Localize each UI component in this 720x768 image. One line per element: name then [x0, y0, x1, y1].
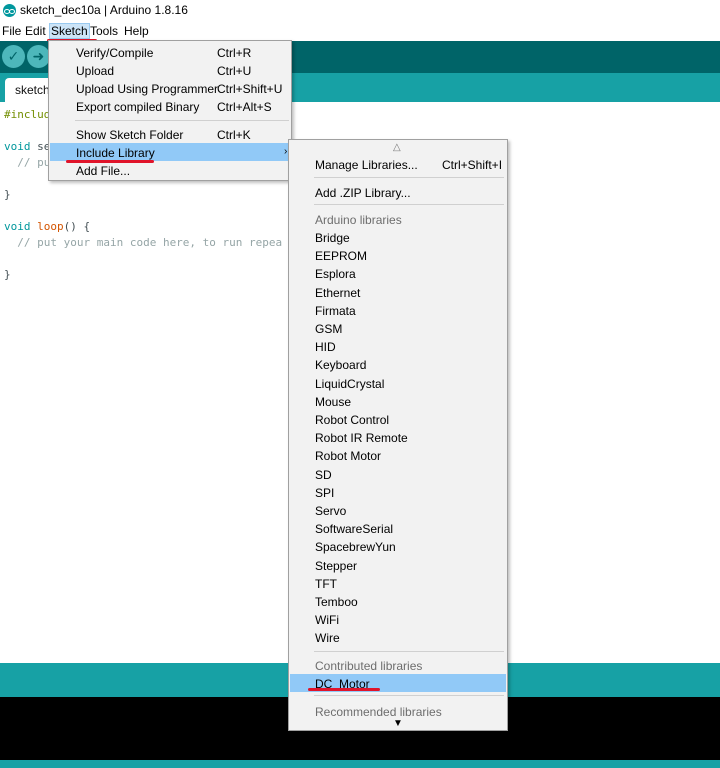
menu-item-library-gsm[interactable]: GSM [290, 319, 506, 337]
verify-button[interactable]: ✓ [2, 45, 25, 68]
checkmark-icon: ✓ [7, 48, 20, 64]
menu-item-library-spi[interactable]: SPI [290, 483, 506, 501]
annotation-underline-include-library [66, 160, 154, 163]
menu-item-library-mouse[interactable]: Mouse [290, 392, 506, 410]
arduino-logo-icon [3, 4, 16, 17]
title-bar: sketch_dec10a | Arduino 1.8.16 [0, 0, 720, 22]
menu-item-library-tft[interactable]: TFT [290, 574, 506, 592]
code-line: // pu [4, 156, 51, 169]
footer-bar [0, 760, 720, 768]
menu-item-manage-libraries[interactable]: Manage Libraries... Ctrl+Shift+I [290, 155, 506, 173]
menu-item-library-stepper[interactable]: Stepper [290, 556, 506, 574]
code-line: #includ [4, 108, 51, 121]
menu-separator [314, 651, 504, 652]
menu-bar: File Edit Sketch Tools Help [0, 22, 720, 41]
menu-item-upload-using-programmer[interactable]: Upload Using Programmer Ctrl+Shift+U [50, 79, 290, 97]
scroll-down-icon[interactable]: ▼ [393, 718, 403, 729]
menu-item-library-robot-ir-remote[interactable]: Robot IR Remote [290, 428, 506, 446]
menu-item-library-liquidcrystal[interactable]: LiquidCrystal [290, 374, 506, 392]
menu-item-library-hid[interactable]: HID [290, 337, 506, 355]
code-line: // put your main code here, to run repea [4, 236, 283, 249]
menu-separator [314, 177, 504, 178]
code-line: void loop() { [4, 220, 91, 233]
menu-item-show-sketch-folder[interactable]: Show Sketch Folder Ctrl+K [50, 125, 290, 143]
menu-separator [75, 120, 289, 121]
menu-item-add-file[interactable]: Add File... [50, 161, 290, 179]
include-library-submenu: △ Manage Libraries... Ctrl+Shift+I Add .… [288, 139, 508, 731]
menu-item-library-firmata[interactable]: Firmata [290, 301, 506, 319]
menu-edit[interactable]: Edit [24, 24, 47, 38]
menu-item-library-eeprom[interactable]: EEPROM [290, 246, 506, 264]
menu-file[interactable]: File [1, 24, 22, 38]
menu-item-library-sd[interactable]: SD [290, 465, 506, 483]
code-line: } [4, 188, 11, 201]
code-line: void se [4, 140, 51, 153]
upload-button[interactable]: ➜ [27, 45, 50, 68]
menu-tools[interactable]: Tools [89, 24, 119, 38]
menu-item-library-servo[interactable]: Servo [290, 501, 506, 519]
section-header-arduino-libraries: Arduino libraries [315, 213, 402, 227]
menu-item-library-esplora[interactable]: Esplora [290, 264, 506, 282]
section-header-contributed-libraries: Contributed libraries [315, 659, 423, 673]
menu-separator [314, 695, 504, 696]
menu-help[interactable]: Help [123, 24, 150, 38]
annotation-underline-dc-motor [308, 688, 380, 691]
menu-item-library-bridge[interactable]: Bridge [290, 228, 506, 246]
menu-item-library-spacebrewyun[interactable]: SpacebrewYun [290, 537, 506, 555]
menu-item-library-keyboard[interactable]: Keyboard [290, 355, 506, 373]
menu-item-upload[interactable]: Upload Ctrl+U [50, 61, 290, 79]
arrow-right-icon: ➜ [32, 48, 45, 64]
menu-sketch[interactable]: Sketch [49, 23, 90, 39]
menu-item-library-softwareserial[interactable]: SoftwareSerial [290, 519, 506, 537]
menu-item-library-robot-motor[interactable]: Robot Motor [290, 446, 506, 464]
chevron-right-icon: › [284, 146, 288, 157]
menu-item-include-library[interactable]: Include Library › [50, 143, 290, 161]
menu-item-export-compiled-binary[interactable]: Export compiled Binary Ctrl+Alt+S [50, 97, 290, 115]
menu-item-verify-compile[interactable]: Verify/Compile Ctrl+R [50, 43, 290, 61]
menu-item-library-wifi[interactable]: WiFi [290, 610, 506, 628]
menu-item-library-robot-control[interactable]: Robot Control [290, 410, 506, 428]
code-line: } [4, 268, 11, 281]
menu-item-library-ethernet[interactable]: Ethernet [290, 283, 506, 301]
menu-item-library-wire[interactable]: Wire [290, 628, 506, 646]
scroll-up-icon[interactable]: △ [393, 142, 401, 153]
menu-item-library-temboo[interactable]: Temboo [290, 592, 506, 610]
menu-item-add-zip-library[interactable]: Add .ZIP Library... [290, 183, 506, 201]
menu-separator [314, 204, 504, 205]
window-title: sketch_dec10a | Arduino 1.8.16 [20, 3, 188, 17]
